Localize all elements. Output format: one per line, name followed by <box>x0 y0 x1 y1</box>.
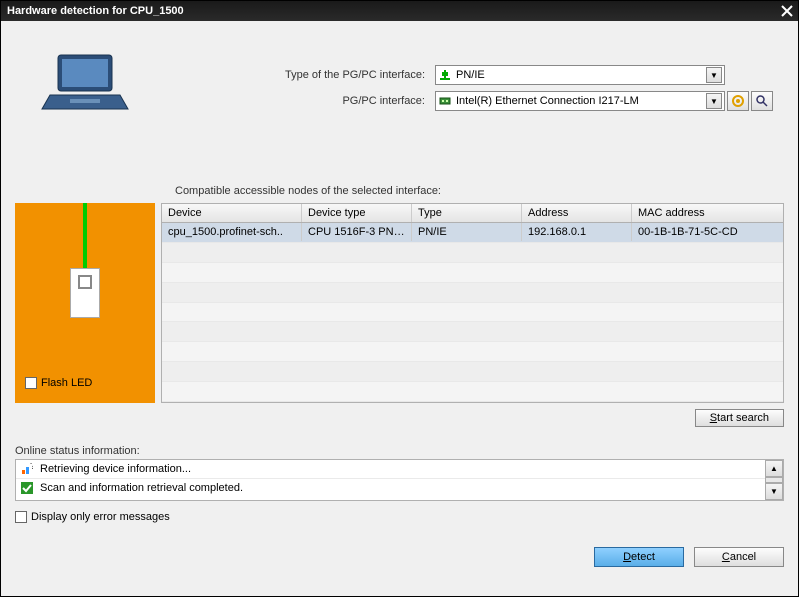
dialog-body: Type of the PG/PC interface: PN/IE ▼ PG/… <box>1 21 798 596</box>
scroll-down-button[interactable]: ▼ <box>765 483 783 500</box>
pgpc-type-dropdown[interactable]: PN/IE ▼ <box>435 65 725 85</box>
table-row <box>162 322 783 342</box>
retrieving-icon: ? <box>20 462 34 476</box>
pgpc-type-label: Type of the PG/PC interface: <box>155 69 435 81</box>
pnie-icon <box>438 68 452 82</box>
laptop-icon <box>40 49 130 119</box>
device-illustration-panel: Flash LED <box>15 203 155 403</box>
nodes-table: Device Device type Type Address MAC addr… <box>161 203 784 403</box>
th-address[interactable]: Address <box>522 204 632 222</box>
pg-illustration <box>15 49 155 159</box>
close-button[interactable] <box>778 3 796 19</box>
display-errors-checkbox[interactable] <box>15 511 27 523</box>
cell-device: cpu_1500.profinet-sch.. <box>162 223 302 241</box>
flash-led-label: Flash LED <box>41 377 92 389</box>
hardware-detection-dialog: Hardware detection for CPU_1500 Type of … <box>0 0 799 597</box>
search-icon <box>755 94 769 108</box>
table-row <box>162 342 783 362</box>
plc-icon <box>70 268 100 318</box>
th-mac[interactable]: MAC address <box>632 204 783 222</box>
display-errors-row: Display only error messages <box>15 511 784 523</box>
table-row <box>162 362 783 382</box>
nic-icon <box>438 94 452 108</box>
status-box: ? Retrieving device information... Scan … <box>15 459 784 501</box>
status-scrollbar[interactable]: ▲ ▼ <box>765 460 783 500</box>
flash-led-checkbox[interactable] <box>25 377 37 389</box>
connection-line <box>83 203 87 268</box>
table-row <box>162 283 783 303</box>
pgpc-if-dropdown[interactable]: Intel(R) Ethernet Connection I217-LM ▼ <box>435 91 725 111</box>
diag-icon <box>731 94 745 108</box>
check-icon <box>20 481 34 495</box>
cell-device-type: CPU 1516F-3 PN/... <box>302 223 412 241</box>
compatible-nodes-label: Compatible accessible nodes of the selec… <box>175 185 784 197</box>
search-if-button[interactable] <box>751 91 773 111</box>
top-section: Type of the PG/PC interface: PN/IE ▼ PG/… <box>15 49 784 159</box>
table-row <box>162 263 783 283</box>
cancel-button[interactable]: Cancel <box>694 547 784 567</box>
pgpc-type-value: PN/IE <box>456 69 706 81</box>
th-device[interactable]: Device <box>162 204 302 222</box>
diag-button[interactable] <box>727 91 749 111</box>
titlebar: Hardware detection for CPU_1500 <box>1 1 798 21</box>
mid-section: Flash LED Device Device type Type Addres… <box>15 203 784 403</box>
chevron-down-icon[interactable]: ▼ <box>706 67 722 83</box>
th-type[interactable]: Type <box>412 204 522 222</box>
status-text: Retrieving device information... <box>40 463 191 475</box>
th-device-type[interactable]: Device type <box>302 204 412 222</box>
cell-address: 192.168.0.1 <box>522 223 632 241</box>
pgpc-if-label: PG/PC interface: <box>155 95 435 107</box>
window-title: Hardware detection for CPU_1500 <box>7 5 184 17</box>
start-search-label: tart search <box>717 412 769 424</box>
table-row <box>162 303 783 323</box>
status-label: Online status information: <box>15 445 784 457</box>
status-line-retrieving: ? Retrieving device information... <box>16 460 765 479</box>
status-text: Scan and information retrieval completed… <box>40 482 243 494</box>
flash-led-row: Flash LED <box>25 377 92 389</box>
pgpc-if-value: Intel(R) Ethernet Connection I217-LM <box>456 95 706 107</box>
detect-button[interactable]: Detect <box>594 547 684 567</box>
display-errors-label: Display only error messages <box>31 511 170 523</box>
cell-type: PN/IE <box>412 223 522 241</box>
table-row[interactable]: cpu_1500.profinet-sch.. CPU 1516F-3 PN/.… <box>162 223 783 243</box>
scroll-up-button[interactable]: ▲ <box>765 460 783 477</box>
dialog-footer: Detect Cancel <box>15 547 784 567</box>
table-header-row: Device Device type Type Address MAC addr… <box>162 204 783 223</box>
status-line-completed: Scan and information retrieval completed… <box>16 479 765 497</box>
start-search-button[interactable]: Start search <box>695 409 784 427</box>
table-row <box>162 382 783 402</box>
cell-mac: 00-1B-1B-71-5C-CD <box>632 223 783 241</box>
chevron-down-icon[interactable]: ▼ <box>706 93 722 109</box>
svg-text:?: ? <box>30 463 33 472</box>
interface-form: Type of the PG/PC interface: PN/IE ▼ PG/… <box>155 49 784 159</box>
table-row <box>162 243 783 263</box>
